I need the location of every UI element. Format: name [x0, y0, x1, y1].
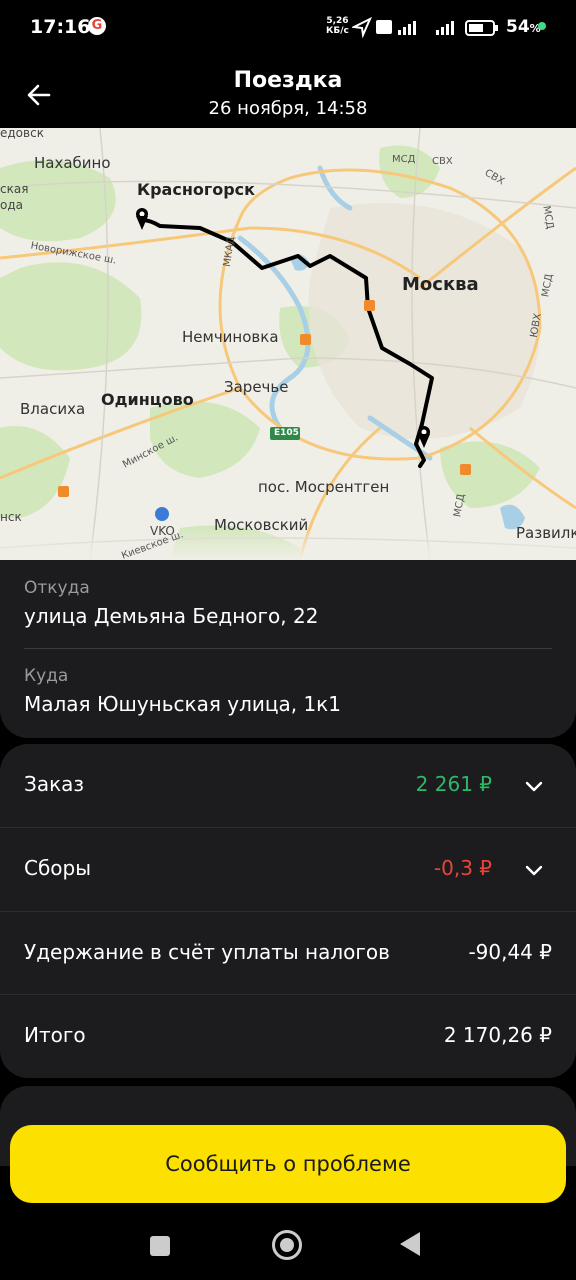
map-label-edge-3: нск — [0, 510, 22, 524]
map-label-nemchinovka: Немчиновка — [182, 328, 279, 346]
order-row[interactable]: Заказ 2 261 ₽ — [0, 744, 576, 827]
chevron-down-icon[interactable] — [522, 858, 546, 882]
fees-label: Сборы — [24, 856, 92, 880]
fees-row[interactable]: Сборы -0,3 ₽ — [0, 828, 576, 911]
recents-icon[interactable] — [150, 1236, 170, 1256]
end-pin-icon — [418, 426, 430, 448]
road-label-msd-1: МСД — [392, 154, 416, 165]
order-label: Заказ — [24, 772, 85, 796]
from-address: улица Демьяна Бедного, 22 — [24, 604, 319, 628]
fees-amount: -0,3 ₽ — [433, 856, 492, 880]
location-icon — [352, 16, 373, 38]
charging-dot — [538, 22, 546, 30]
route-map[interactable]: едовск Нахабино ская ода Красногорск Мос… — [0, 128, 576, 560]
status-icons — [352, 16, 498, 38]
network-speed-unit: КБ/с — [326, 26, 349, 36]
back-triangle-icon[interactable] — [400, 1232, 420, 1256]
page-subtitle: 26 ноября, 14:58 — [208, 98, 368, 119]
to-label: Куда — [24, 666, 69, 686]
total-amount: 2 170,26 ₽ — [443, 1023, 552, 1047]
road-label-svkh-1: СВХ — [432, 156, 453, 167]
report-problem-button[interactable]: Сообщить о проблеме — [10, 1125, 566, 1203]
payment-card: Заказ 2 261 ₽ Сборы -0,3 ₽ Удержание в с… — [0, 744, 576, 1078]
map-label-vlasikha: Власиха — [20, 400, 86, 418]
total-label: Итого — [24, 1023, 86, 1047]
system-nav-bar — [0, 1206, 576, 1280]
map-label-edge-1: ская — [0, 182, 29, 196]
status-bar: 17:16 G 5,26 КБ/с 54% — [0, 0, 576, 54]
map-label-moskovsky: Московский — [214, 516, 309, 534]
signal-icon-2 — [436, 21, 454, 35]
map-label-odintsovo: Одинцово — [101, 390, 194, 409]
page-title: Поездка — [233, 68, 343, 93]
network-speed: 5,26 КБ/с — [326, 16, 349, 36]
map-label-nakhabino: Нахабино — [34, 154, 111, 172]
total-row: Итого 2 170,26 ₽ — [0, 995, 576, 1078]
status-time: 17:16 — [30, 16, 91, 38]
battery-percent: 54% — [506, 17, 541, 37]
tax-row: Удержание в счёт уплаты налогов -90,44 ₽ — [0, 912, 576, 995]
airport-icon — [155, 507, 169, 521]
google-icon: G — [88, 17, 106, 35]
start-pin-icon — [136, 208, 148, 230]
from-label: Откуда — [24, 578, 90, 598]
map-label-dedovsk: едовск — [0, 128, 44, 140]
map-label-edge-2: ода — [0, 198, 23, 212]
road-label-e105: Е105 — [274, 428, 299, 438]
map-label-zarechye: Заречье — [224, 378, 289, 396]
map-label-krasnogorsk: Красногорск — [137, 180, 256, 199]
map-label-razvilka: Развилк — [516, 524, 576, 542]
order-amount: 2 261 ₽ — [415, 772, 492, 796]
map-label-moskva: Москва — [402, 274, 479, 295]
home-icon[interactable] — [272, 1230, 302, 1260]
signal-icon — [398, 21, 416, 35]
tax-amount: -90,44 ₽ — [468, 940, 552, 964]
to-address: Малая Юшуньская улица, 1к1 — [24, 692, 341, 716]
battery-percent-value: 54 — [506, 17, 530, 37]
chevron-down-icon[interactable] — [522, 774, 546, 798]
volte-icon — [376, 20, 392, 34]
battery-icon — [465, 20, 498, 36]
network-speed-value: 5,26 — [326, 16, 349, 26]
route-card: Откуда улица Демьяна Бедного, 22 Куда Ма… — [0, 560, 576, 738]
tax-label: Удержание в счёт уплаты налогов — [24, 940, 390, 964]
header: Поездка 26 ноября, 14:58 — [0, 54, 576, 128]
divider — [24, 648, 552, 649]
map-label-mosrentgen: пос. Мосрентген — [258, 478, 390, 496]
